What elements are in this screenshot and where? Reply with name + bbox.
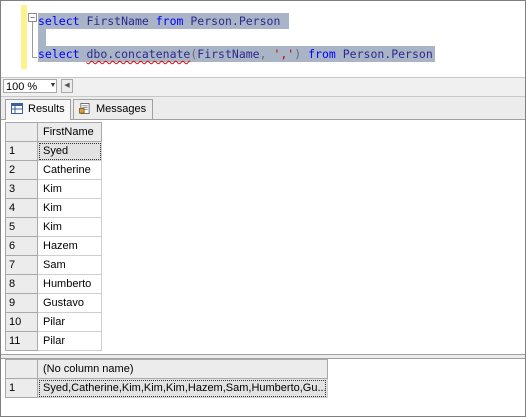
row-header[interactable]: 6 xyxy=(5,236,38,256)
tab-messages-label: Messages xyxy=(96,103,147,115)
collapse-icon[interactable]: − xyxy=(28,13,37,22)
grid-icon xyxy=(11,103,23,114)
row-header[interactable]: 8 xyxy=(5,274,38,294)
grid-cell[interactable]: Kim xyxy=(37,217,102,237)
grid-cell[interactable]: Kim xyxy=(37,179,102,199)
keyword-select: select xyxy=(38,14,80,28)
grid-cell[interactable]: Syed xyxy=(37,141,102,161)
change-tracking-bar xyxy=(21,5,27,69)
results-table-2: (No column name) 1 Syed,Catherine,Kim,Kim… xyxy=(5,359,328,398)
function-identifier: dbo.concatenate xyxy=(86,47,191,61)
row-header[interactable]: 9 xyxy=(5,293,38,313)
table-row[interactable]: 2 Catherine xyxy=(5,160,102,180)
outline-guide-end xyxy=(32,57,37,58)
row-header[interactable]: 4 xyxy=(5,198,38,218)
grid-cell[interactable]: Sam xyxy=(37,255,102,275)
function-arg-string: ',' xyxy=(273,47,295,61)
zoom-value: 100 % xyxy=(6,81,38,93)
row-header[interactable]: 2 xyxy=(5,160,38,180)
table-row[interactable]: 7 Sam xyxy=(5,255,102,275)
table-row[interactable]: 9 Gustavo xyxy=(5,293,102,313)
table-row[interactable]: 10 Pilar xyxy=(5,312,102,332)
grid-cell[interactable]: Pilar xyxy=(37,331,102,351)
table-row[interactable]: 4 Kim xyxy=(5,198,102,218)
chevron-down-icon[interactable]: ▼ xyxy=(49,80,57,92)
scroll-left-button[interactable]: ◀ xyxy=(61,79,73,93)
query-editor[interactable]: − select FirstName from Person.Person se… xyxy=(1,1,525,77)
grid-corner-cell[interactable] xyxy=(5,122,38,142)
function-arg-column: FirstName xyxy=(197,47,260,61)
grid-cell[interactable]: Humberto xyxy=(37,274,102,294)
tab-messages[interactable]: Messages xyxy=(73,99,153,119)
table-row[interactable]: 5 Kim xyxy=(5,217,102,237)
grid-cell[interactable]: Pilar xyxy=(37,312,102,332)
zoom-dropdown[interactable]: 100 % ▼ xyxy=(3,79,57,93)
tab-results[interactable]: Results xyxy=(5,99,71,120)
zoom-bar: 100 % ▼ ◀ xyxy=(1,77,525,97)
table-row[interactable]: 6 Hazem xyxy=(5,236,102,256)
row-header[interactable]: 1 xyxy=(5,141,38,161)
messages-icon xyxy=(79,103,90,114)
table-identifier: Person.Person xyxy=(342,47,433,61)
results-grid-1[interactable]: FirstName 1 Syed 2 Catherine 3 Kim 4 Kim 5 Kim 6 Ha… xyxy=(5,122,521,354)
column-header-no-column-name[interactable]: (No column name) xyxy=(37,359,328,379)
grid-corner-cell[interactable] xyxy=(5,359,38,379)
keyword-select: select xyxy=(38,47,80,61)
table-row[interactable]: 1 Syed xyxy=(5,141,102,161)
row-header[interactable]: 3 xyxy=(5,179,38,199)
code-line-2[interactable]: select dbo.concatenate(FirstName, ',') f… xyxy=(38,46,435,62)
outline-guide xyxy=(32,21,33,57)
grid-cell[interactable]: Gustavo xyxy=(37,293,102,313)
code-line-1[interactable]: select FirstName from Person.Person xyxy=(38,13,290,29)
keyword-from: from xyxy=(155,14,184,28)
table-identifier: Person.Person xyxy=(190,14,281,28)
grid-cell[interactable]: Kim xyxy=(37,198,102,218)
column-header-firstname[interactable]: FirstName xyxy=(37,122,102,142)
results-grid-2[interactable]: (No column name) 1 Syed,Catherine,Kim,Kim… xyxy=(5,359,521,413)
row-header[interactable]: 5 xyxy=(5,217,38,237)
table-row[interactable]: 11 Pilar xyxy=(5,331,102,351)
keyword-from: from xyxy=(308,47,336,61)
grid-cell[interactable]: Catherine xyxy=(37,160,102,180)
table-row[interactable]: 1 Syed,Catherine,Kim,Kim,Kim,Hazem,Sam,Hu… xyxy=(5,378,328,398)
row-header[interactable]: 1 xyxy=(5,378,38,398)
code-line-blank[interactable] xyxy=(38,29,46,46)
grid-cell[interactable]: Hazem xyxy=(37,236,102,256)
row-header[interactable]: 7 xyxy=(5,255,38,275)
table-row[interactable]: 3 Kim xyxy=(5,179,102,199)
table-row[interactable]: 8 Humberto xyxy=(5,274,102,294)
row-header[interactable]: 10 xyxy=(5,312,38,332)
tab-results-label: Results xyxy=(28,103,65,115)
results-table-1: FirstName 1 Syed 2 Catherine 3 Kim 4 Kim 5 Kim 6 Ha… xyxy=(5,122,102,351)
ssms-query-window: − select FirstName from Person.Person se… xyxy=(0,0,526,417)
column-identifier: FirstName xyxy=(86,14,149,28)
row-header[interactable]: 11 xyxy=(5,331,38,351)
results-tab-strip: Results Messages xyxy=(1,97,525,120)
grid-cell[interactable]: Syed,Catherine,Kim,Kim,Kim,Hazem,Sam,Hum… xyxy=(37,378,328,398)
